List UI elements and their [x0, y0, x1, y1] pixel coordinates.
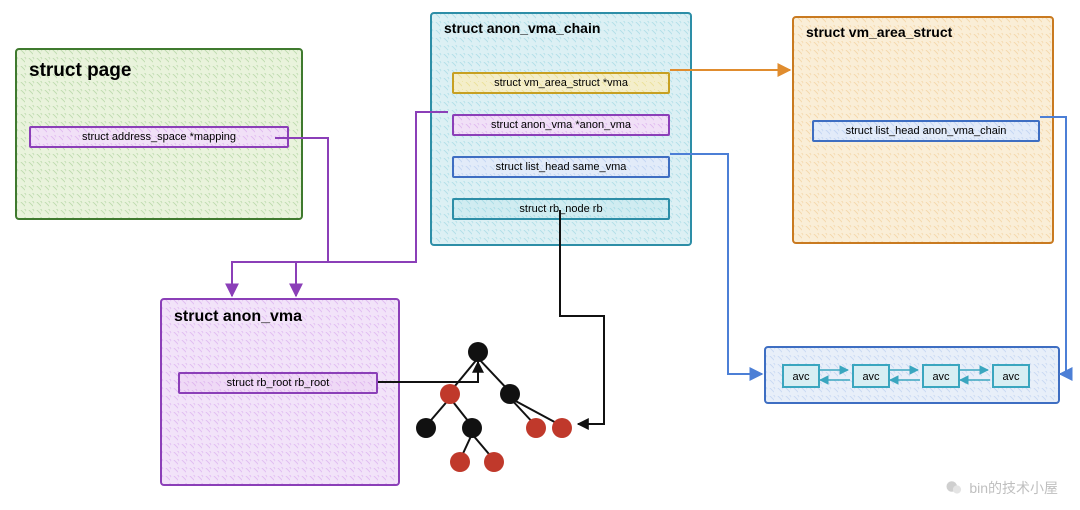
avc-vma-field: struct vm_area_struct *vma: [452, 72, 670, 94]
address-space-mapping-field: struct address_space *mapping: [29, 126, 289, 148]
avc-anon-field: struct anon_vma *anon_vma: [452, 114, 670, 136]
struct-page-title: struct page: [29, 60, 131, 82]
vm-area-struct-box: struct vm_area_struct struct list_head a…: [792, 16, 1054, 244]
wechat-icon: [945, 479, 963, 497]
avc-list-box: avc avc avc avc: [764, 346, 1060, 404]
anon-vma-chain-title: struct anon_vma_chain: [444, 20, 600, 36]
avc-list-item-3: avc: [922, 364, 960, 388]
arrow-avc-anon-to-anonvma: [296, 112, 448, 296]
rbtree: [426, 358, 562, 460]
watermark: bin的技术小屋: [945, 478, 1058, 498]
avc-list-item-4: avc: [992, 364, 1030, 388]
vm-area-struct-title: struct vm_area_struct: [806, 24, 952, 40]
watermark-text: bin的技术小屋: [969, 478, 1058, 498]
anon-vma-rbroot-field: struct rb_root rb_root: [178, 372, 378, 394]
anon-vma-title: struct anon_vma: [174, 308, 302, 326]
avc-rb-field: struct rb_node rb: [452, 198, 670, 220]
avc-list-item-2: avc: [852, 364, 890, 388]
vm-area-anon-chain-field: struct list_head anon_vma_chain: [812, 120, 1040, 142]
anon-vma-chain-box: struct anon_vma_chain struct vm_area_str…: [430, 12, 692, 246]
rbtree-nodes: [416, 342, 572, 472]
struct-page-box: struct page struct address_space *mappin…: [15, 48, 303, 220]
avc-same-field: struct list_head same_vma: [452, 156, 670, 178]
anon-vma-box: struct anon_vma struct rb_root rb_root: [160, 298, 400, 486]
avc-list-item-1: avc: [782, 364, 820, 388]
